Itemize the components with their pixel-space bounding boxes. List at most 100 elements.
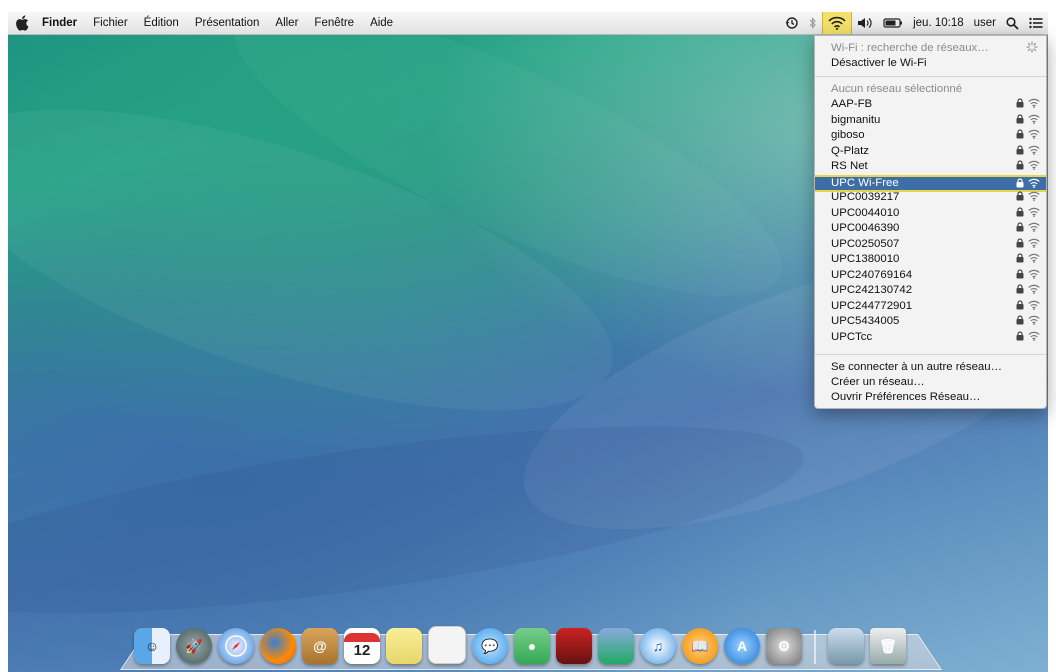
wifi-signal-icon	[1028, 114, 1040, 129]
app-menu-finder[interactable]: Finder	[34, 17, 85, 29]
user-menu[interactable]: user	[969, 12, 1001, 34]
wifi-signal-icon	[1028, 222, 1040, 237]
network-item[interactable]: UPC244772901	[815, 299, 1046, 314]
menu-fichier[interactable]: Fichier	[85, 17, 136, 29]
clock[interactable]: jeu. 10:18	[908, 12, 969, 34]
create-network-item[interactable]: Créer un réseau…	[815, 375, 1046, 390]
lock-icon	[1016, 98, 1024, 113]
notes-icon[interactable]	[386, 628, 422, 664]
wifi-signal-icon	[1028, 145, 1040, 160]
dock-icons: ☺ 🚀 @ 12 💬 ● ♫ 📖 A ⚙ 🗑	[134, 614, 906, 664]
network-name: UPC242130742	[831, 284, 913, 296]
wifi-signal-icon	[1028, 269, 1040, 284]
network-item[interactable]: UPC1380010	[815, 252, 1046, 267]
wifi-signal-icon	[1028, 300, 1040, 315]
launchpad-icon[interactable]: 🚀	[176, 628, 212, 664]
network-item[interactable]: bigmanitu	[815, 113, 1046, 128]
wifi-signal-icon	[1028, 98, 1040, 113]
battery-icon[interactable]	[878, 12, 908, 34]
firefox-icon[interactable]	[260, 628, 296, 664]
facetime-icon[interactable]: ●	[514, 628, 550, 664]
open-network-preferences-item[interactable]: Ouvrir Préférences Réseau…	[815, 390, 1046, 405]
calendar-icon[interactable]: 12	[344, 628, 380, 664]
bluetooth-icon[interactable]	[804, 12, 822, 34]
wifi-signal-icon	[1028, 160, 1040, 175]
app-store-icon[interactable]: A	[724, 628, 760, 664]
network-name: RS Net	[831, 160, 868, 172]
reminders-icon[interactable]	[428, 626, 466, 664]
network-item[interactable]: UPC0044010	[815, 206, 1046, 221]
wifi-dropdown-menu: Wi-Fi : recherche de réseaux… Désactiver…	[814, 35, 1047, 409]
lock-icon	[1016, 160, 1024, 175]
lock-icon	[1016, 284, 1024, 299]
lock-icon	[1016, 253, 1024, 268]
wifi-signal-icon	[1028, 129, 1040, 144]
menu-presentation[interactable]: Présentation	[187, 17, 268, 29]
network-name: UPC244772901	[831, 299, 913, 312]
lock-icon	[1016, 113, 1024, 129]
network-name: UPC0250507	[831, 237, 900, 250]
network-item[interactable]: UPC242130742	[815, 283, 1046, 298]
downloads-stack-icon[interactable]	[828, 628, 864, 664]
status-area: jeu. 10:18 user	[780, 12, 1048, 34]
network-item[interactable]: Q-Platz	[815, 144, 1046, 159]
lock-icon	[1016, 268, 1024, 284]
network-name: UPC Wi-Free	[831, 176, 899, 189]
connect-other-network-item[interactable]: Se connecter à un autre réseau…	[815, 360, 1046, 375]
wifi-status-icon[interactable]	[822, 12, 853, 34]
network-item[interactable]: UPC240769164	[815, 268, 1046, 283]
network-name: bigmanitu	[831, 113, 881, 126]
dock-divider	[814, 630, 816, 664]
wifi-signal-icon	[1028, 191, 1040, 206]
lock-icon	[1016, 206, 1024, 222]
menu-edition[interactable]: Édition	[136, 17, 187, 29]
network-name: UPCTcc	[831, 330, 873, 343]
lock-icon	[1016, 315, 1024, 330]
menu-aller[interactable]: Aller	[267, 17, 306, 29]
network-item[interactable]: UPC0250507	[815, 237, 1046, 252]
lock-icon	[1016, 144, 1024, 160]
lock-icon	[1016, 129, 1024, 144]
network-item[interactable]: giboso	[815, 128, 1046, 143]
finder-icon[interactable]: ☺	[134, 628, 170, 664]
spotlight-search-icon[interactable]	[1001, 12, 1024, 34]
menu-aide[interactable]: Aide	[362, 17, 401, 29]
iphoto-icon[interactable]	[598, 628, 634, 664]
network-item[interactable]: UPC0039217	[815, 190, 1046, 205]
network-name: UPC0039217	[831, 191, 900, 203]
trash-icon[interactable]: 🗑	[870, 628, 906, 664]
disable-wifi-item[interactable]: Désactiver le Wi-Fi	[815, 56, 1046, 71]
wifi-signal-icon	[1028, 253, 1040, 268]
menu-bar: Finder Fichier Édition Présentation Alle…	[8, 12, 1048, 35]
network-item[interactable]: UPCTcc	[815, 330, 1046, 345]
wifi-signal-icon	[1028, 315, 1040, 330]
photo-booth-icon[interactable]	[556, 628, 592, 664]
network-item[interactable]: UPC5434005	[815, 314, 1046, 329]
menu-fenetre[interactable]: Fenêtre	[306, 17, 362, 29]
network-name: UPC1380010	[831, 253, 900, 265]
network-name: giboso	[831, 129, 865, 141]
network-name: UPC240769164	[831, 268, 913, 281]
ibooks-icon[interactable]: 📖	[682, 628, 718, 664]
network-item[interactable]: UPC0046390	[815, 221, 1046, 236]
time-machine-icon[interactable]	[780, 12, 804, 34]
network-item[interactable]: AAP-FB	[815, 97, 1046, 112]
lock-icon	[1016, 237, 1024, 253]
network-name: UPC0044010	[831, 206, 900, 219]
network-name: Q-Platz	[831, 144, 869, 157]
system-preferences-icon[interactable]: ⚙	[766, 628, 802, 664]
network-item[interactable]: RS Net	[815, 159, 1046, 174]
network-name: UPC0046390	[831, 222, 900, 234]
contacts-icon[interactable]: @	[302, 628, 338, 664]
apple-menu-icon[interactable]	[12, 15, 34, 31]
network-name: AAP-FB	[831, 98, 873, 110]
itunes-icon[interactable]: ♫	[640, 628, 676, 664]
lock-icon	[1016, 299, 1024, 315]
network-item[interactable]: UPC Wi-Free	[815, 174, 1046, 192]
notification-center-icon[interactable]	[1024, 12, 1048, 34]
network-name: UPC5434005	[831, 315, 900, 327]
messages-icon[interactable]: 💬	[472, 628, 508, 664]
wifi-status-text: Wi-Fi : recherche de réseaux…	[815, 41, 1046, 56]
safari-icon[interactable]	[218, 628, 254, 664]
volume-icon[interactable]	[852, 12, 878, 34]
